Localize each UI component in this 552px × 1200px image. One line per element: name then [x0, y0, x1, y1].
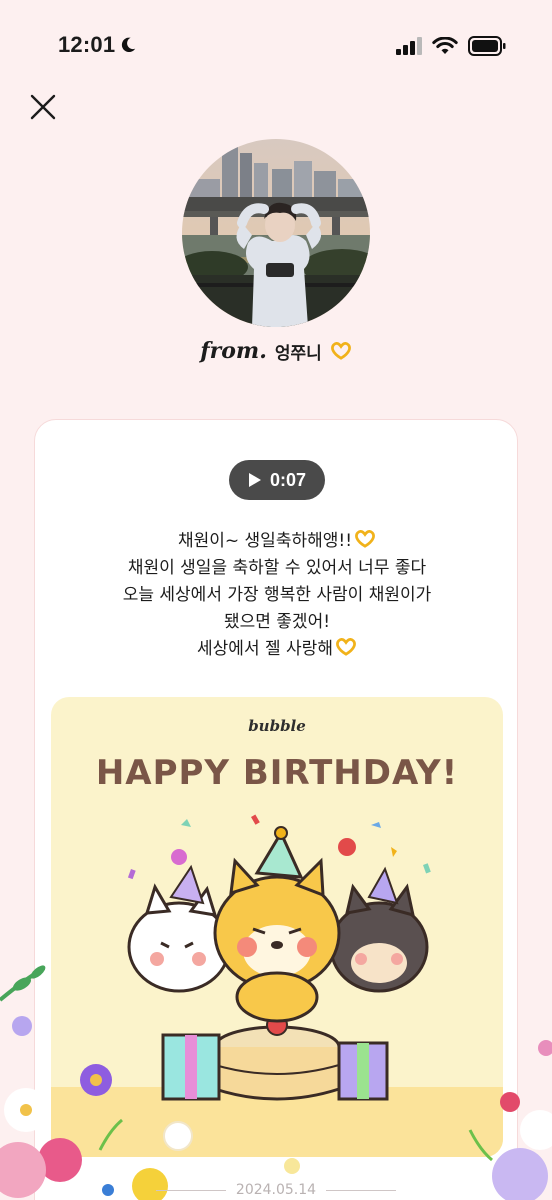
voice-play-button[interactable]: 0:07 — [229, 460, 325, 500]
voice-duration: 0:07 — [269, 469, 307, 490]
letter-date: 2024.05.14 — [0, 1180, 552, 1200]
message-line: 오늘 세상에서 가장 행복한 사람이 채원이가 — [122, 585, 432, 605]
sender-avatar — [182, 139, 370, 327]
message-line: 됐으면 좋겠어! — [223, 612, 331, 632]
from-label: from. — [200, 338, 267, 364]
sender-line: from. 엉쭈니 — [0, 334, 552, 368]
message-line: 채원이~ 생일축하해앵!! — [45, 528, 509, 555]
status-time: 12:01 — [58, 32, 116, 57]
moon-icon — [122, 37, 136, 53]
heart-hands-icon — [336, 638, 356, 656]
party-dogs-illustration — [127, 814, 431, 1101]
avatar-photo — [182, 139, 370, 327]
heart-hands-icon — [330, 342, 351, 360]
birthday-card-image: bubble HAPPY BIRTHDAY! — [51, 697, 503, 1157]
close-button[interactable] — [26, 90, 60, 124]
status-time-group: 12:01 — [58, 32, 137, 58]
status-bar: 12:01 — [0, 0, 552, 92]
play-icon — [248, 473, 261, 487]
message-line: 채원이 생일을 축하할 수 있어서 너무 좋다 — [127, 558, 427, 578]
date-divider — [326, 1189, 397, 1191]
heart-hands-icon — [355, 530, 375, 548]
letter-card: 0:07 채원이~ 생일축하해앵!! 채원이 생일을 축하할 수 있어서 너무 … — [34, 419, 518, 1200]
battery-icon — [468, 36, 506, 56]
sender-name: 엉쭈니 — [274, 343, 322, 364]
close-icon — [30, 94, 56, 120]
letter-message: 채원이~ 생일축하해앵!! 채원이 생일을 축하할 수 있어서 너무 좋다 오늘… — [45, 528, 509, 663]
date-text: 2024.05.14 — [235, 1182, 317, 1198]
message-line: 세상에서 젤 사랑해 — [45, 636, 509, 663]
signal-icon — [396, 37, 422, 55]
wifi-icon — [432, 36, 458, 54]
date-divider — [155, 1189, 226, 1191]
status-icons — [396, 36, 506, 56]
